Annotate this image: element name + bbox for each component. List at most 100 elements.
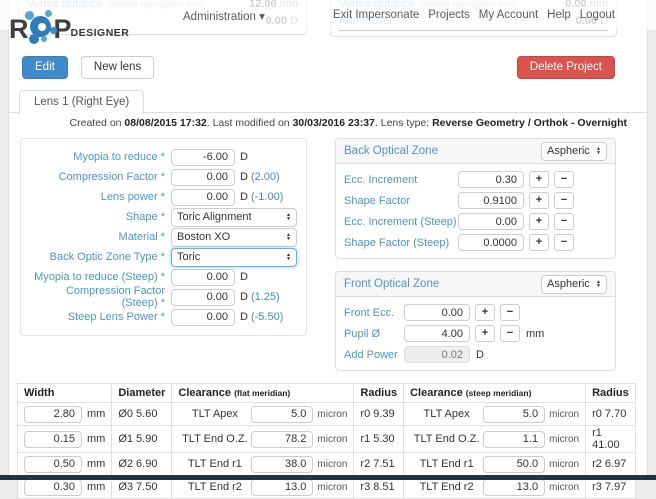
select-caret-icon: ▲▼	[596, 280, 601, 289]
new-lens-button[interactable]: New lens	[81, 56, 154, 79]
front-optical-zone-panel: Front Optical Zone Aspheric▲▼ Front Ecc.…	[335, 271, 616, 371]
increment-button[interactable]: +	[529, 192, 549, 209]
shape-select[interactable]: Toric Alignment▲▼	[171, 208, 297, 227]
nav-my-account[interactable]: My Account	[479, 9, 538, 21]
nav-exit-impersonate[interactable]: Exit Impersonate	[333, 9, 419, 21]
clearance-steep-label: TLT End r2	[410, 481, 483, 493]
shape-factor-steep-input[interactable]	[458, 234, 524, 251]
increment-button[interactable]: +	[529, 171, 549, 188]
steep-lens-power-input[interactable]	[171, 309, 235, 326]
myopia-to-reduce-steep-input[interactable]	[171, 269, 235, 286]
increment-button[interactable]: +	[529, 213, 549, 230]
decrement-button[interactable]: −	[554, 171, 574, 188]
radius-flat-value: r2 7.51	[354, 453, 404, 476]
logo-designer-text: DESIGNER	[71, 27, 130, 44]
compression-factor-input[interactable]	[171, 169, 235, 186]
decrement-button[interactable]: −	[554, 192, 574, 209]
table-row: mm Ø1 5.90 TLT End O.Z.micron r1 5.30 TL…	[18, 426, 636, 453]
width-input[interactable]	[24, 479, 82, 496]
clearance-flat-label: TLT End O.Z.	[178, 433, 251, 445]
nav-administration-menu[interactable]: Administration ▾	[183, 9, 265, 23]
back-optic-zone-type-select[interactable]: Toric▲▼	[171, 248, 297, 267]
ecc-increment-input[interactable]	[458, 171, 524, 188]
zone-row: Front Ecc. + −	[344, 302, 607, 323]
select-caret-icon: ▲▼	[286, 213, 291, 222]
logo-letter-r: R	[9, 14, 28, 44]
select-caret-icon: ▲▼	[286, 253, 291, 262]
ecc-increment-steep-input[interactable]	[458, 213, 524, 230]
form-area: Myopia to reduce * D Compression Factor …	[9, 138, 647, 371]
clearance-steep-input	[483, 406, 545, 423]
nav-projects[interactable]: Projects	[428, 9, 470, 21]
shape-factor-label: Shape Factor	[344, 195, 458, 207]
front-zone-profile-select[interactable]: Aspheric▲▼	[541, 275, 607, 294]
width-input[interactable]	[24, 406, 82, 423]
myopia-to-reduce-label: Myopia to reduce *	[29, 151, 171, 163]
front-optical-zone-title: Front Optical Zone	[344, 278, 439, 290]
clearance-flat-input	[251, 479, 313, 496]
zone-row: Ecc. Increment + −	[344, 169, 607, 190]
shape-factor-steep-label: Shape Factor (Steep)	[344, 237, 458, 249]
lens-meta-line: Created on 08/08/2015 17:32. Last modifi…	[9, 113, 647, 129]
zone-row: Pupil Ø + − mm	[344, 323, 607, 344]
diameter-value: Ø1 5.90	[112, 426, 172, 453]
decrement-button[interactable]: −	[500, 304, 520, 321]
header: Vertex distance (corneal apex/glass lens…	[9, 0, 647, 48]
zone-row: Shape Factor + −	[344, 190, 607, 211]
back-zone-profile-select[interactable]: Aspheric▲▼	[541, 142, 607, 161]
unit-mm: mm	[526, 328, 544, 340]
increment-button[interactable]: +	[475, 325, 495, 342]
lens-power-label: Lens power *	[29, 191, 171, 203]
compression-factor-steep-label: Compression Factor (Steep) *	[29, 285, 171, 309]
clearance-flat-input[interactable]	[251, 456, 313, 473]
pupil-diameter-input[interactable]	[404, 325, 470, 342]
nav-logout[interactable]: Logout	[580, 9, 615, 21]
width-input[interactable]	[24, 456, 82, 473]
edit-button[interactable]: Edit	[22, 56, 68, 79]
suggested-value: (1.25)	[251, 291, 280, 303]
myopia-to-reduce-input[interactable]	[171, 149, 235, 166]
suggested-value: (-1.00)	[251, 191, 283, 203]
add-power-input	[404, 346, 470, 363]
form-row: Back Optic Zone Type * Toric▲▼	[29, 247, 298, 267]
form-row: Steep Lens Power * D (-5.50)	[29, 307, 298, 327]
clearance-flat-input[interactable]	[251, 406, 313, 423]
lens-tabs: Lens 1 (Right Eye)	[9, 89, 647, 113]
increment-button[interactable]: +	[475, 304, 495, 321]
decrement-button[interactable]: −	[500, 325, 520, 342]
form-row: Compression Factor (Steep) * D (1.25)	[29, 287, 298, 307]
radius-steep-value: r1 41.00	[586, 426, 636, 453]
form-row: Myopia to reduce * D	[29, 147, 298, 167]
radius-steep-value: r2 6.97	[586, 453, 636, 476]
right-column: Back Optical Zone Aspheric▲▼ Ecc. Increm…	[335, 138, 616, 371]
created-timestamp: 08/08/2015 17:32	[124, 117, 206, 129]
material-label: Material *	[29, 231, 171, 243]
nav-help[interactable]: Help	[547, 9, 571, 21]
select-caret-icon: ▲▼	[596, 147, 601, 156]
ecc-increment-label: Ecc. Increment	[344, 174, 458, 186]
material-select[interactable]: Boston XO▲▼	[171, 228, 297, 247]
clearance-steep-input	[483, 431, 545, 448]
suggested-value: (2.00)	[251, 171, 280, 183]
front-ecc-input[interactable]	[404, 304, 470, 321]
zones-table: Width Diameter Clearance (flat meridian)…	[17, 383, 636, 499]
width-input[interactable]	[24, 431, 82, 448]
app-card: Vertex distance (corneal apex/glass lens…	[8, 0, 648, 480]
clearance-steep-input[interactable]	[483, 456, 545, 473]
back-optic-zone-type-label: Back Optic Zone Type *	[29, 251, 171, 263]
decrement-button[interactable]: −	[554, 213, 574, 230]
clearance-steep-label: TLT End r1	[410, 458, 483, 470]
diameter-value: Ø0 5.60	[112, 403, 172, 426]
delete-project-button[interactable]: Delete Project	[517, 56, 615, 79]
pupil-diameter-label: Pupil Ø	[344, 328, 404, 340]
increment-button[interactable]: +	[529, 234, 549, 251]
decrement-button[interactable]: −	[554, 234, 574, 251]
lens-power-input[interactable]	[171, 189, 235, 206]
tab-lens-1-right-eye[interactable]: Lens 1 (Right Eye)	[19, 90, 144, 115]
steep-lens-power-label: Steep Lens Power *	[29, 311, 171, 323]
clearance-steep-input	[483, 479, 545, 496]
shape-factor-input[interactable]	[458, 192, 524, 209]
select-caret-icon: ▲▼	[286, 233, 291, 242]
clearance-flat-label: TLT Apex	[178, 408, 251, 420]
compression-factor-steep-input[interactable]	[171, 289, 235, 306]
